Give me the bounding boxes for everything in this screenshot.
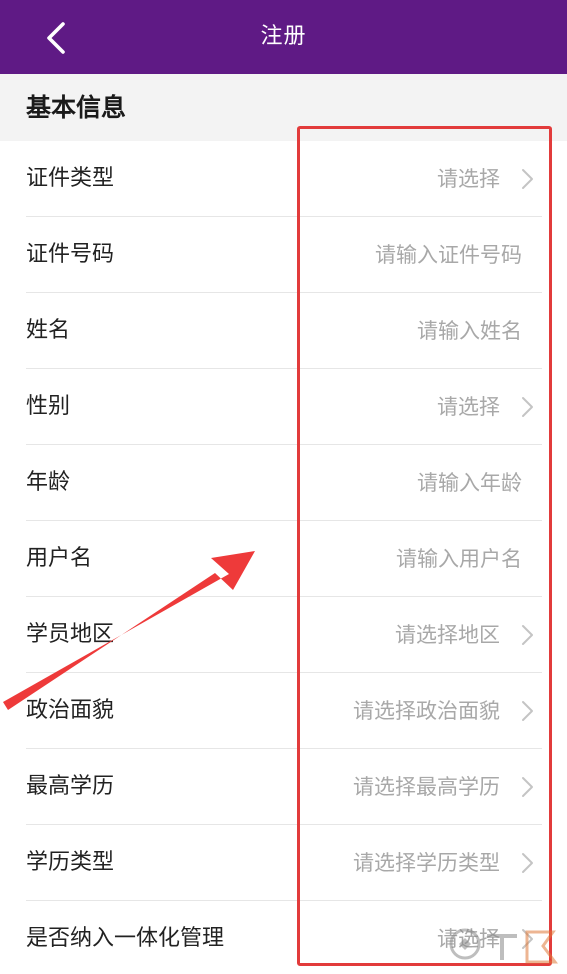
select-placeholder[interactable]: 请选择地区 <box>395 597 500 673</box>
input-placeholder[interactable]: 请输入证件号码 <box>375 217 522 293</box>
page-title: 注册 <box>260 24 307 49</box>
chevron-right-icon <box>522 701 533 721</box>
select-placeholder[interactable]: 请选择学历类型 <box>353 825 500 901</box>
form-row[interactable]: 学历类型 请选择学历类型 <box>26 825 542 901</box>
field-label: 证件号码 <box>26 242 115 267</box>
chevron-right-icon <box>522 853 533 873</box>
field-label: 学历类型 <box>26 850 115 875</box>
field-label: 学员地区 <box>26 622 115 647</box>
chevron-right-icon <box>522 397 533 417</box>
select-placeholder[interactable]: 请选择最高学历 <box>353 749 500 825</box>
form-row[interactable]: 证件号码 请输入证件号码 <box>26 217 542 293</box>
form-row[interactable]: 用户名 请输入用户名 <box>26 521 542 597</box>
form-row[interactable]: 政治面貌 请选择政治面貌 <box>26 673 542 749</box>
chevron-right-icon <box>522 777 533 797</box>
form-row[interactable]: 学员地区 请选择地区 <box>26 597 542 673</box>
chevron-right-icon <box>522 625 533 645</box>
section-title: 基本信息 <box>26 93 127 122</box>
form-row[interactable]: 姓名 请输入姓名 <box>26 293 542 369</box>
form-row[interactable]: 是否纳入一体化管理 请选择 <box>26 901 542 974</box>
register-page: 注册 基本信息 证件类型 请选择 证件号码 请输入证件号码 姓名 请输入姓名 性别 请选择 年龄… <box>0 0 567 974</box>
field-label: 年龄 <box>26 470 71 495</box>
field-label: 最高学历 <box>26 774 115 799</box>
select-placeholder[interactable]: 请选择 <box>437 141 500 217</box>
form-field-list: 证件类型 请选择 证件号码 请输入证件号码 姓名 请输入姓名 性别 请选择 年龄 请输入年龄 用户名… <box>0 141 567 974</box>
input-placeholder[interactable]: 请输入用户名 <box>396 521 522 597</box>
field-label: 是否纳入一体化管理 <box>26 926 225 951</box>
form-row[interactable]: 证件类型 请选择 <box>26 141 542 217</box>
field-label: 政治面貌 <box>26 698 115 723</box>
form-row[interactable]: 最高学历 请选择最高学历 <box>26 749 542 825</box>
input-placeholder[interactable]: 请输入年龄 <box>417 445 522 521</box>
select-placeholder[interactable]: 请选择 <box>437 901 500 974</box>
input-placeholder[interactable]: 请输入姓名 <box>417 293 522 369</box>
chevron-right-icon <box>522 169 533 189</box>
form-row[interactable]: 性别 请选择 <box>26 369 542 445</box>
select-placeholder[interactable]: 请选择政治面貌 <box>353 673 500 749</box>
form-row[interactable]: 年龄 请输入年龄 <box>26 445 542 521</box>
top-bar: 注册 <box>0 0 567 74</box>
select-placeholder[interactable]: 请选择 <box>437 369 500 445</box>
field-label: 姓名 <box>26 318 71 343</box>
section-header: 基本信息 <box>0 74 567 141</box>
field-label: 性别 <box>26 394 71 419</box>
field-label: 用户名 <box>26 546 93 571</box>
field-label: 证件类型 <box>26 166 115 191</box>
chevron-right-icon <box>522 929 533 949</box>
